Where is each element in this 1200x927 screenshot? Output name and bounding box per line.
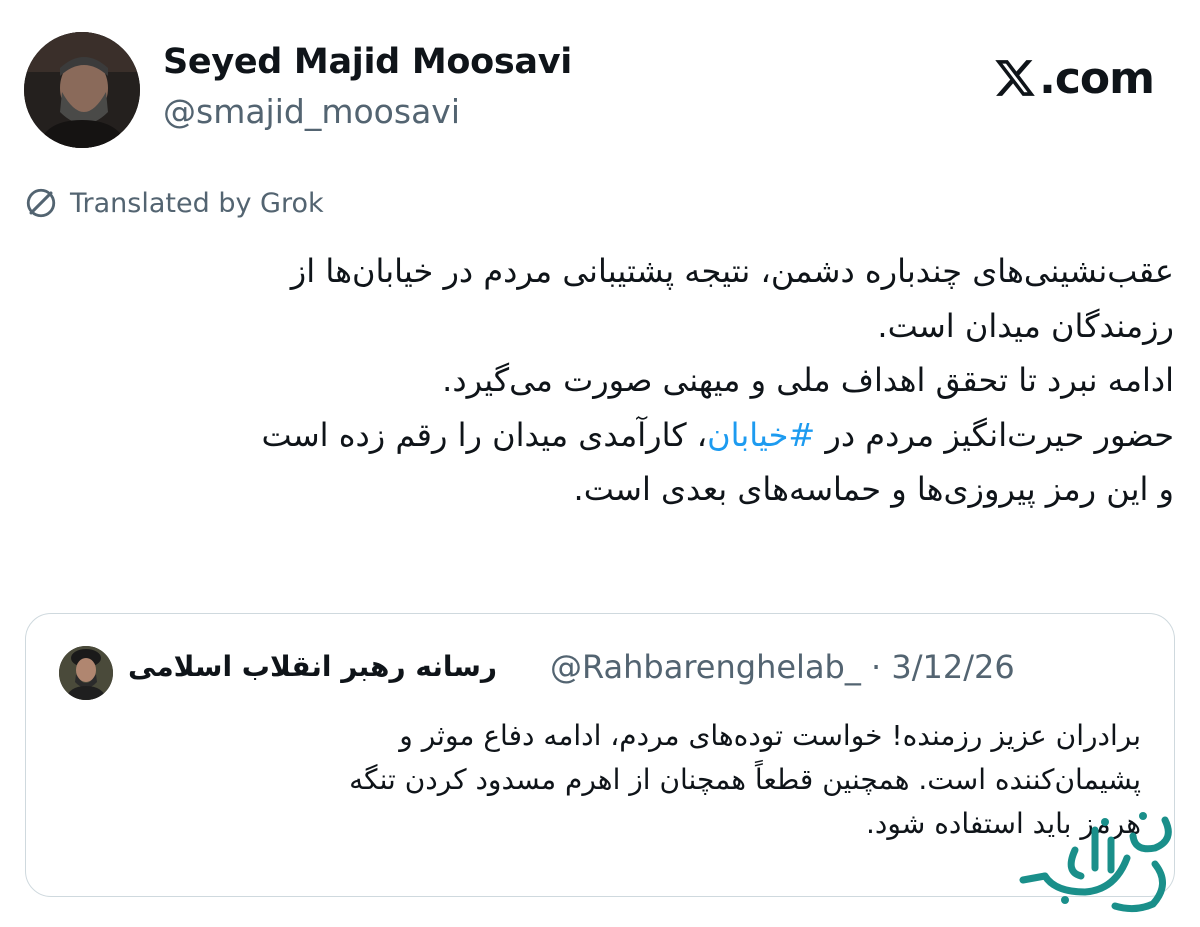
x-com-brand: .com: [993, 50, 1155, 106]
tweet-line-part: ، کارآمدی میدان را رقم زده است: [261, 415, 708, 454]
author-display-name[interactable]: Seyed Majid Moosavi: [163, 42, 572, 82]
x-logo-icon: [995, 60, 1035, 96]
quoted-handle-date[interactable]: @Rahbarenghelab_ · 3/12/26: [550, 648, 1015, 686]
translated-label: Translated by Grok: [70, 187, 324, 219]
quoted-author-avatar[interactable]: [59, 646, 113, 700]
quoted-line: هرمز باید استفاده شود.: [866, 807, 1141, 840]
tweet-line: عقب‌نشینی‌های چندباره دشمن، نتیجه پشتیبا…: [290, 252, 1174, 290]
tweet-line-part: حضور حیرت‌انگیز مردم در: [815, 415, 1174, 454]
watermark-logo: [1015, 800, 1185, 915]
tweet-line: و این رمز پیروزی‌ها و حماسه‌های بعدی است…: [573, 470, 1174, 508]
tweet-body: عقب‌نشینی‌های چندباره دشمن، نتیجه پشتیبا…: [14, 244, 1174, 517]
author-handle[interactable]: @smajid_moosavi: [163, 92, 460, 131]
brand-domain-label: .com: [1039, 52, 1155, 104]
quoted-line: برادران عزیز رزمنده! خواست توده‌های مردم…: [399, 719, 1141, 752]
quoted-tweet-card[interactable]: رسانه رهبر انقلاب اسلامی @Rahbarenghelab…: [25, 613, 1175, 897]
hashtag-link[interactable]: #خیابان: [707, 416, 815, 454]
quoted-line: پشیمان‌کننده است. همچنین قطعاً همچنان از…: [349, 763, 1141, 796]
author-avatar[interactable]: [24, 32, 140, 148]
quoted-tweet-body: برادران عزیز رزمنده! خواست توده‌های مردم…: [51, 714, 1141, 846]
tweet-line: رزمندگان میدان است.: [877, 306, 1174, 345]
translate-icon: [26, 188, 56, 218]
tweet-line-with-hashtag: حضور حیرت‌انگیز مردم در #خیابان، کارآمدی…: [14, 408, 1174, 463]
tweet-line: ادامه نبرد تا تحقق اهداف ملی و میهنی صور…: [442, 361, 1174, 399]
quoted-display-name[interactable]: رسانه رهبر انقلاب اسلامی: [128, 650, 497, 683]
translated-by-grok[interactable]: Translated by Grok: [24, 186, 324, 220]
